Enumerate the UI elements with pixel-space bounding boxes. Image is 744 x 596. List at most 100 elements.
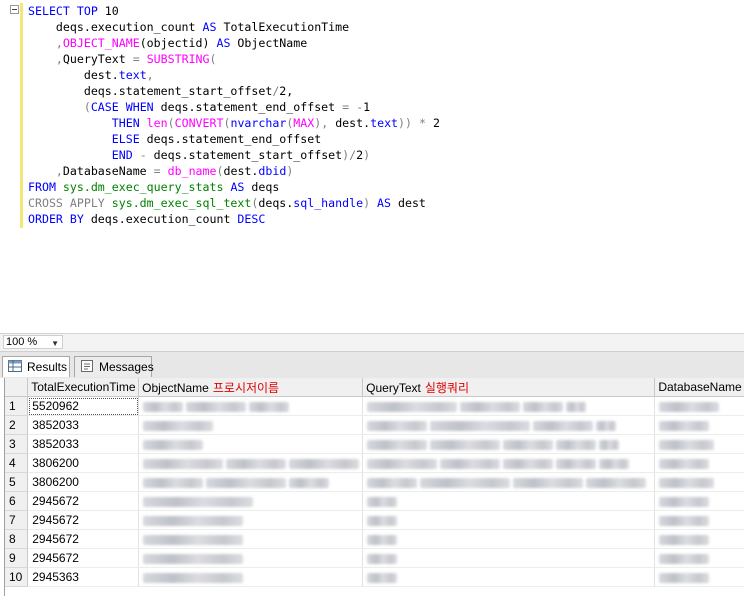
cell-query-text[interactable] (362, 396, 656, 416)
code-token: )/ (342, 148, 357, 162)
column-header-total-execution-time[interactable]: TotalExecutionTime (27, 378, 140, 397)
column-header-query-text[interactable]: QueryText 실행쿼리 (362, 378, 656, 397)
column-header-object-name[interactable]: ObjectName 프로시저이름 (138, 378, 364, 397)
table-row[interactable]: 2 3852033 (5, 415, 744, 435)
table-row[interactable]: 8 2945672 (5, 529, 744, 549)
cell-query-text[interactable] (362, 415, 656, 435)
collapse-icon[interactable] (10, 5, 19, 14)
results-grid[interactable]: TotalExecutionTime ObjectName 프로시저이름 Quer… (4, 378, 744, 596)
code-token: (objectid) (139, 36, 217, 50)
cell-object-name[interactable] (138, 548, 364, 568)
row-number[interactable]: 3 (5, 434, 29, 454)
row-number-header[interactable] (5, 378, 29, 397)
cell-query-text[interactable] (362, 529, 656, 549)
code-token: AS (216, 36, 231, 50)
code-token: ELSE (111, 132, 140, 146)
zoom-bar: 100 % ▼ (0, 333, 744, 351)
cell-total-execution-time[interactable]: 5520962 (27, 396, 140, 416)
redacted-text (586, 477, 647, 488)
table-row[interactable]: 6 2945672 (5, 491, 744, 511)
cell-query-text[interactable] (362, 491, 656, 511)
row-number[interactable]: 2 (5, 415, 29, 435)
cell-database-name[interactable] (654, 434, 744, 454)
cell-total-execution-time[interactable]: 3806200 (27, 472, 140, 492)
cell-database-name[interactable] (654, 548, 744, 568)
cell-total-execution-time[interactable]: 3806200 (27, 453, 140, 473)
code-token: dest. (28, 68, 119, 82)
code-token: 1 (363, 100, 371, 114)
cell-query-text[interactable] (362, 567, 656, 587)
sql-code[interactable]: SELECT TOP 10 deqs.execution_count AS To… (10, 3, 440, 227)
cell-total-execution-time[interactable]: 2945672 (27, 548, 140, 568)
cell-object-name[interactable] (138, 491, 364, 511)
row-number[interactable]: 10 (5, 567, 29, 587)
row-number[interactable]: 4 (5, 453, 29, 473)
redacted-text (289, 477, 330, 488)
cell-total-execution-time[interactable]: 2945363 (27, 567, 140, 587)
cell-object-name[interactable] (138, 396, 364, 416)
row-number[interactable]: 1 (5, 396, 29, 416)
row-number[interactable]: 8 (5, 529, 29, 549)
code-token: DESC (237, 212, 266, 226)
column-header-label: TotalExecutionTime (31, 380, 136, 394)
cell-database-name[interactable] (654, 510, 744, 530)
table-row[interactable]: 1 5520962 (5, 396, 744, 416)
table-row[interactable]: 10 2945363 (5, 567, 744, 587)
cell-database-name[interactable] (654, 491, 744, 511)
table-row[interactable]: 3 3852033 (5, 434, 744, 454)
redacted-text (503, 458, 554, 469)
cell-total-execution-time[interactable]: 2945672 (27, 510, 140, 530)
code-token: = - (342, 100, 364, 114)
cell-query-text[interactable] (362, 472, 656, 492)
column-header-database-name[interactable]: DatabaseName (654, 378, 744, 397)
redacted-text (659, 534, 710, 545)
cell-database-name[interactable] (654, 453, 744, 473)
cell-total-execution-time[interactable]: 3852033 (27, 434, 140, 454)
cell-object-name[interactable] (138, 510, 364, 530)
cell-query-text[interactable] (362, 548, 656, 568)
query-editor[interactable]: SELECT TOP 10 deqs.execution_count AS To… (0, 0, 744, 333)
cell-object-name[interactable] (138, 453, 364, 473)
cell-object-name[interactable] (138, 529, 364, 549)
code-token: text (118, 68, 147, 82)
cell-object-name[interactable] (138, 472, 364, 492)
cell-database-name[interactable] (654, 415, 744, 435)
code-token: deqs.statement_end_offset (139, 132, 322, 146)
cell-object-name[interactable] (138, 415, 364, 435)
row-number[interactable]: 7 (5, 510, 29, 530)
code-token: len (146, 116, 168, 130)
code-token: db_name (167, 164, 217, 178)
cell-query-text[interactable] (362, 453, 656, 473)
code-token: = (153, 164, 168, 178)
row-number[interactable]: 5 (5, 472, 29, 492)
redacted-text (367, 553, 398, 564)
tab-results[interactable]: Results (2, 356, 70, 377)
code-line: FROM sys.dm_exec_query_stats AS deqs (28, 179, 440, 195)
code-token: ) (286, 164, 294, 178)
redacted-text (186, 401, 247, 412)
row-number[interactable]: 9 (5, 548, 29, 568)
cell-database-name[interactable] (654, 472, 744, 492)
cell-database-name[interactable] (654, 567, 744, 587)
code-token: 10 (104, 4, 119, 18)
table-row[interactable]: 7 2945672 (5, 510, 744, 530)
tab-messages[interactable]: Messages (74, 356, 154, 377)
cell-query-text[interactable] (362, 434, 656, 454)
table-row[interactable]: 9 2945672 (5, 548, 744, 568)
cell-object-name[interactable] (138, 567, 364, 587)
cell-database-name[interactable] (654, 396, 744, 416)
zoom-select[interactable]: 100 % ▼ (3, 335, 63, 349)
table-row[interactable]: 5 3806200 (5, 472, 744, 492)
cell-total-execution-time[interactable]: 2945672 (27, 491, 140, 511)
row-number[interactable]: 6 (5, 491, 29, 511)
cell-object-name[interactable] (138, 434, 364, 454)
cell-database-name[interactable] (654, 529, 744, 549)
cell-total-execution-time[interactable]: 2945672 (27, 529, 140, 549)
cell-total-execution-time[interactable]: 3852033 (27, 415, 140, 435)
table-row[interactable]: 4 3806200 (5, 453, 744, 473)
results-table: TotalExecutionTime ObjectName 프로시저이름 Quer… (5, 378, 744, 587)
cell-query-text[interactable] (362, 510, 656, 530)
code-token: ) (363, 148, 371, 162)
